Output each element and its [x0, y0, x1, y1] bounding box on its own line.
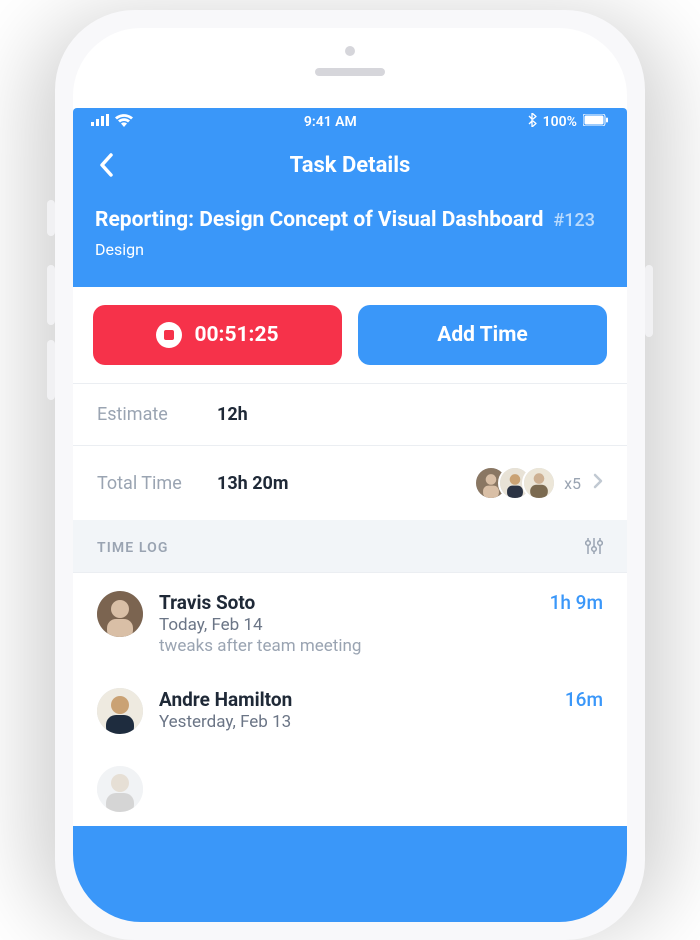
phone-mute-switch	[47, 200, 55, 236]
bluetooth-icon	[528, 113, 537, 131]
log-date: Today, Feb 14	[159, 615, 534, 635]
nav-bar: Task Details	[73, 136, 627, 194]
back-button[interactable]	[91, 150, 121, 180]
time-log-list: Travis Soto Today, Feb 14 tweaks after t…	[73, 572, 627, 826]
time-log-entry[interactable]	[73, 748, 627, 826]
log-note: tweaks after team meeting	[159, 636, 534, 656]
add-time-button[interactable]: Add Time	[358, 305, 607, 365]
log-duration: 1h 9m	[550, 591, 603, 614]
chevron-right-icon	[593, 473, 603, 494]
phone-frame: 9:41 AM 100% Task Details	[55, 10, 645, 940]
task-title: Reporting: Design Concept of Visual Dash…	[95, 208, 543, 232]
content-area: 00:51:25 Add Time Estimate 12h Total Tim…	[73, 287, 627, 826]
chevron-left-icon	[99, 153, 113, 177]
total-time-label: Total Time	[97, 473, 217, 494]
status-bar: 9:41 AM 100%	[73, 108, 627, 136]
task-header: Reporting: Design Concept of Visual Dash…	[73, 194, 627, 287]
phone-speaker	[315, 68, 385, 76]
task-reference: #123	[553, 210, 595, 231]
app-screen: 9:41 AM 100% Task Details	[73, 108, 627, 922]
contributor-avatars	[474, 466, 556, 500]
wifi-icon	[115, 114, 133, 131]
signal-icon	[91, 114, 109, 130]
stop-timer-button[interactable]: 00:51:25	[93, 305, 342, 365]
battery-icon	[583, 114, 609, 130]
log-duration: 16m	[565, 688, 603, 711]
log-date: Yesterday, Feb 13	[159, 712, 549, 732]
time-log-header: TIME LOG	[73, 520, 627, 572]
time-log-entry[interactable]: Andre Hamilton Yesterday, Feb 13 16m	[73, 670, 627, 748]
phone-volume-down	[47, 340, 55, 400]
log-user-name: Travis Soto	[159, 591, 534, 614]
add-time-label: Add Time	[437, 323, 528, 347]
avatar	[97, 766, 143, 812]
log-user-name: Andre Hamilton	[159, 688, 549, 711]
contributor-count: x5	[564, 474, 581, 493]
avatar	[522, 466, 556, 500]
phone-camera	[345, 46, 355, 56]
time-log-entry[interactable]: Travis Soto Today, Feb 14 tweaks after t…	[73, 573, 627, 670]
estimate-row: Estimate 12h	[73, 383, 627, 445]
task-category: Design	[95, 240, 605, 259]
battery-percent: 100%	[543, 114, 577, 130]
filter-icon[interactable]	[585, 538, 603, 558]
estimate-value: 12h	[217, 404, 248, 425]
action-row: 00:51:25 Add Time	[73, 287, 627, 383]
phone-power-button	[645, 265, 653, 337]
time-log-label: TIME LOG	[97, 540, 169, 556]
avatar	[97, 591, 143, 637]
estimate-label: Estimate	[97, 404, 217, 425]
timer-value: 00:51:25	[194, 323, 278, 347]
status-time: 9:41 AM	[304, 114, 357, 130]
page-title: Task Details	[290, 153, 411, 178]
total-time-row[interactable]: Total Time 13h 20m	[73, 445, 627, 520]
avatar	[97, 688, 143, 734]
stop-icon	[156, 322, 182, 348]
phone-volume-up	[47, 265, 55, 325]
total-time-value: 13h 20m	[217, 473, 288, 494]
